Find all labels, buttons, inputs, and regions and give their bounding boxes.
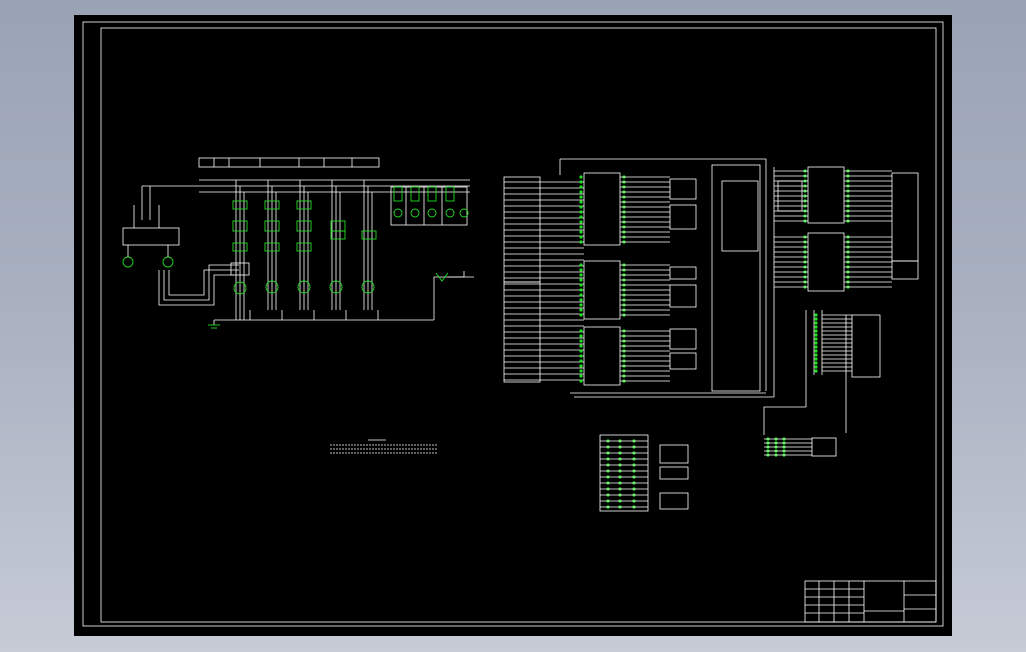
terminal [814, 329, 818, 333]
terminal [814, 325, 818, 329]
plc-input-pin [579, 268, 583, 272]
plc-input-pin [579, 374, 583, 378]
plc-input-pin [579, 225, 583, 229]
plc-module-4 [807, 166, 845, 224]
io-table-3 [669, 266, 697, 280]
plc-input-pin [579, 200, 583, 204]
plc-input-pin [579, 364, 583, 368]
plc-input-pin [579, 215, 583, 219]
feeder-column-4 [329, 180, 346, 310]
terminal [814, 333, 818, 337]
plc-input-pin [579, 220, 583, 224]
feeder-column-2 [264, 180, 280, 310]
notes-block [330, 439, 438, 454]
plc-input-pin [579, 359, 583, 363]
plc-input-pin [579, 349, 583, 353]
io-table-13 [659, 492, 689, 510]
plc-input-pin [579, 195, 583, 199]
io-table-9 [851, 314, 881, 378]
plc-input-pin [579, 273, 583, 277]
converter-box [122, 227, 180, 246]
plc-module-5 [807, 232, 845, 292]
feeder-column-1 [230, 180, 250, 320]
plc-input-pin [579, 313, 583, 317]
plc-input-pin [579, 334, 583, 338]
plc-input-pin [579, 298, 583, 302]
plc-input-pin [579, 283, 583, 287]
plc-input-pin [579, 344, 583, 348]
plc-input-pin [579, 308, 583, 312]
io-table-10 [811, 437, 837, 457]
plc-input-pin [579, 339, 583, 343]
io-table-11 [659, 444, 689, 464]
io-table-1 [669, 178, 697, 200]
cad-viewport[interactable] [74, 15, 952, 636]
plc-input-pin [579, 303, 583, 307]
plc-module-3 [583, 326, 621, 386]
terminal [814, 357, 818, 361]
schematic-drawing [82, 21, 944, 627]
io-table-8 [891, 260, 919, 280]
plc-input-pin [579, 288, 583, 292]
plc-input-pin [579, 278, 583, 282]
plc-input-pin [579, 205, 583, 209]
terminal [814, 337, 818, 341]
plc-input-pin [579, 180, 583, 184]
terminal [814, 321, 818, 325]
terminal [814, 317, 818, 321]
control-enclosure [711, 164, 761, 392]
inner-border [100, 27, 937, 623]
plc-input-pin [579, 210, 583, 214]
terminal [814, 341, 818, 345]
plc-input-pin [579, 354, 583, 358]
main-power-circuit [122, 157, 474, 329]
plc-module-1 [583, 172, 621, 246]
terminal [814, 313, 818, 317]
title-block [804, 580, 937, 623]
circuit-header-table [198, 157, 380, 168]
io-table-4 [669, 284, 697, 308]
motor-left-b [162, 256, 174, 268]
terminal [814, 369, 818, 373]
feeder-column-3 [296, 180, 312, 310]
plc-module-2 [583, 260, 621, 320]
plc-input-pin [579, 293, 583, 297]
io-table-12 [659, 466, 689, 480]
plc-input-pin [579, 175, 583, 179]
plc-input-pin [579, 185, 583, 189]
motor-left-a [122, 256, 134, 268]
io-table-7 [891, 172, 919, 262]
io-table-5 [669, 328, 697, 350]
terminal [814, 345, 818, 349]
plc-input-pin [579, 230, 583, 234]
io-table-2 [669, 204, 697, 230]
terminal [814, 365, 818, 369]
io-table-6 [669, 352, 697, 370]
plc-input-pin [579, 369, 583, 373]
terminal [814, 353, 818, 357]
terminal [814, 349, 818, 353]
motor-group [390, 186, 469, 226]
plc-input-pin [579, 379, 583, 383]
plc-input-pin [579, 235, 583, 239]
terminal [814, 361, 818, 365]
plc-io-wiring [503, 158, 919, 512]
plc-input-pin [579, 190, 583, 194]
plc-input-pin [579, 240, 583, 244]
feeder-column-5 [361, 180, 377, 310]
plc-input-pin [579, 329, 583, 333]
plc-input-pin [579, 263, 583, 267]
